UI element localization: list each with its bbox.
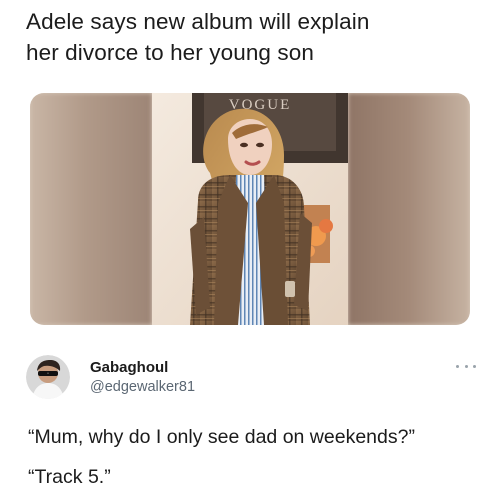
display-name[interactable]: Gabaghoul bbox=[90, 359, 168, 376]
blurred-background-right bbox=[348, 93, 470, 325]
avatar[interactable] bbox=[26, 355, 70, 399]
media-card[interactable]: VOGUE bbox=[30, 93, 470, 325]
headline: Adele says new album will explain her di… bbox=[26, 6, 486, 68]
blurred-background-left bbox=[30, 93, 152, 325]
more-dot-1 bbox=[456, 364, 459, 368]
headline-line-1: Adele says new album will explain bbox=[26, 9, 370, 34]
more-dot-2 bbox=[464, 364, 468, 368]
avatar-image bbox=[26, 355, 70, 399]
tweet-line-2: “Track 5.” bbox=[28, 466, 111, 488]
headline-line-2: her divorce to her young son bbox=[26, 40, 314, 65]
more-dot-3 bbox=[473, 364, 476, 368]
post-header: Gabaghoul @edgewalker81 bbox=[24, 353, 476, 403]
ellipsis-icon[interactable] bbox=[456, 359, 476, 373]
tweet-line-1: “Mum, why do I only see dad on weekends?… bbox=[28, 426, 415, 448]
handle[interactable]: @edgewalker81 bbox=[90, 379, 195, 395]
magazine-cover-photo: VOGUE bbox=[152, 93, 348, 325]
